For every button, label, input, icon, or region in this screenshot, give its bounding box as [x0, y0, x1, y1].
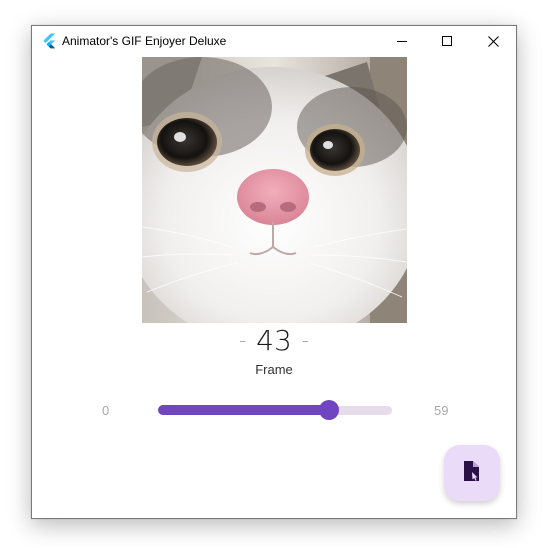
- frame-current-number: 43: [256, 324, 292, 357]
- minimize-icon: [397, 36, 407, 46]
- slider-thumb[interactable]: [319, 400, 339, 420]
- minimize-button[interactable]: [379, 26, 425, 56]
- maximize-icon: [442, 36, 452, 46]
- slider-active-track: [158, 405, 329, 415]
- frame-dash-left: -: [238, 328, 247, 352]
- window-title: Animator's GIF Enjoyer Deluxe: [62, 34, 227, 48]
- close-icon: [487, 35, 499, 47]
- title-bar[interactable]: Animator's GIF Enjoyer Deluxe: [32, 26, 516, 56]
- open-file-button[interactable]: [444, 445, 500, 501]
- frame-dash-right: -: [301, 328, 310, 352]
- frame-counter: -43-: [32, 324, 516, 357]
- slider-max-label: 59: [434, 403, 449, 418]
- slider-min-label: 0: [102, 403, 110, 418]
- flutter-logo-icon: [41, 33, 57, 49]
- frame-label: Frame: [255, 362, 293, 377]
- maximize-button[interactable]: [424, 26, 470, 56]
- open-file-icon: [462, 460, 482, 487]
- gif-frame-image: [142, 57, 407, 323]
- frame-slider[interactable]: [158, 400, 392, 420]
- close-button[interactable]: [470, 26, 516, 56]
- app-window: Animator's GIF Enjoyer Deluxe - 43 - Fra…: [31, 25, 517, 519]
